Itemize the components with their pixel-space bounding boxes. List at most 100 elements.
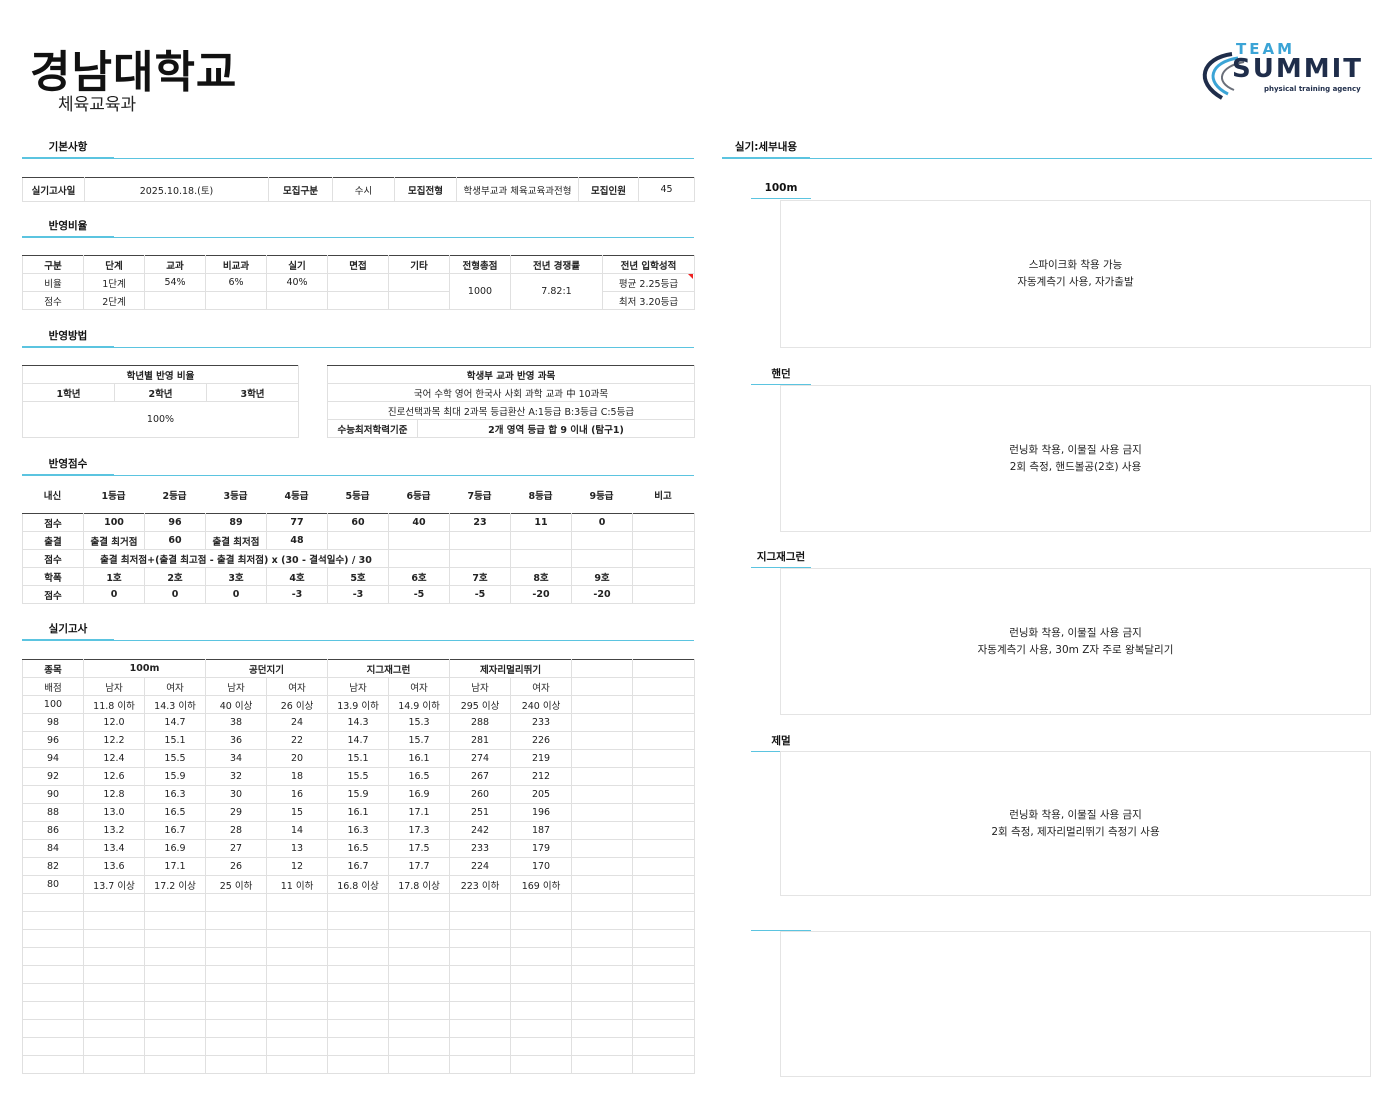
sub-header: 남자 xyxy=(83,677,145,696)
ratio-cell xyxy=(266,291,328,310)
practical-cell: 15.9 xyxy=(327,785,390,804)
event-header: 지그재그런 xyxy=(327,659,451,678)
empty-cell xyxy=(632,983,696,1002)
ratio-cell xyxy=(388,273,450,292)
section-label: 실기고사 xyxy=(22,621,114,641)
detail-line: 자동계측기 사용, 자가출발 xyxy=(1017,276,1134,288)
empty-cell xyxy=(266,947,329,966)
section-label: 반영방법 xyxy=(22,328,114,348)
section-ratio: 반영비율 xyxy=(22,218,694,238)
practical-cell xyxy=(571,821,634,840)
empty-row xyxy=(22,911,696,930)
section-practical: 실기고사 xyxy=(22,621,694,641)
practical-cell: 26 xyxy=(205,857,268,876)
absence-header: 학폭 xyxy=(22,567,84,586)
empty-cell xyxy=(22,893,84,912)
empty-cell xyxy=(266,929,329,948)
practical-cell: 36 xyxy=(205,731,268,750)
score-cell: 77 xyxy=(266,513,328,532)
empty-cell xyxy=(143,1037,207,1056)
empty-cell xyxy=(83,929,145,948)
empty-cell xyxy=(449,1055,512,1074)
practical-cell: 80 xyxy=(22,875,84,894)
empty-cell xyxy=(510,965,573,984)
empty-cell xyxy=(449,1001,512,1020)
table-row: 88 13.0 16.5 29 15 16.1 17.1 251 196 xyxy=(22,803,696,822)
practical-cell: 14.3 xyxy=(327,713,390,732)
practical-cell: 14 xyxy=(266,821,329,840)
absence-header: 6호 xyxy=(388,567,450,586)
detail-box-2: 런닝화 착용, 이물질 사용 금지 2회 측정, 핸드볼공(2호) 사용 xyxy=(780,385,1371,532)
empty-cell xyxy=(327,929,390,948)
section-basic: 기본사항 xyxy=(22,139,694,159)
basic-table: 실기고사일 2025.10.18.(토) 모집구분 수시 모집전형 학생부교과 … xyxy=(22,177,695,202)
empty-cell xyxy=(22,947,84,966)
practical-cell: 170 xyxy=(510,857,573,876)
empty-cell xyxy=(510,929,573,948)
empty-cell xyxy=(571,1019,634,1038)
practical-cell: 16.1 xyxy=(327,803,390,822)
sub-header: 여자 xyxy=(510,677,573,696)
practical-cell: 13 xyxy=(266,839,329,858)
absence-score: 0 xyxy=(144,585,206,604)
logo-summit-text: SUMMIT xyxy=(1232,54,1363,84)
empty-cell xyxy=(143,893,207,912)
score-cell: 40 xyxy=(388,513,450,532)
score-header-table: 내신 1등급 2등급 3등급 4등급 5등급 6등급 7등급 8등급 9등급 비… xyxy=(22,485,694,505)
practical-cell xyxy=(571,695,634,714)
practical-cell xyxy=(632,731,696,750)
practical-cell: 12.2 xyxy=(83,731,145,750)
empty-cell xyxy=(449,965,512,984)
practical-cell: 17.1 xyxy=(388,803,451,822)
team-summit-logo: TEAM SUMMIT physical training agency xyxy=(1192,40,1372,104)
practical-cell: 40 이상 xyxy=(205,695,268,714)
ratio-grade-min: 최저 3.20등급 xyxy=(602,291,695,310)
empty-row xyxy=(22,965,696,984)
detail-box-3: 런닝화 착용, 이물질 사용 금지 자동계측기 사용, 30m Z자 주로 왕복… xyxy=(780,568,1371,715)
empty-cell xyxy=(510,911,573,930)
practical-cell: 17.8 이상 xyxy=(388,875,451,894)
detail-head-1: 100m xyxy=(751,179,811,199)
empty-cell xyxy=(388,983,451,1002)
practical-table: 종목 100m 공던지기 지그재그런 제자리멀리뛰기 배점 남자 여자 남자 여… xyxy=(22,659,696,1074)
practical-cell xyxy=(632,749,696,768)
sub-header: 남자 xyxy=(449,677,512,696)
score-cell: 0 xyxy=(571,513,633,532)
absence-score: -5 xyxy=(388,585,450,604)
practical-cell xyxy=(571,767,634,786)
practical-cell: 17.5 xyxy=(388,839,451,858)
grade-ratio-value: 100% xyxy=(22,401,299,438)
empty-cell xyxy=(205,983,268,1002)
score-header: 비고 xyxy=(654,491,672,502)
practical-cell: 17.3 xyxy=(388,821,451,840)
score-header: 5등급 xyxy=(345,491,370,502)
practical-cell: 38 xyxy=(205,713,268,732)
grade-year: 1학년 xyxy=(22,383,115,402)
practical-cell: 88 xyxy=(22,803,84,822)
empty-cell xyxy=(510,1019,573,1038)
event-header: 종목 xyxy=(22,659,84,678)
practical-cell: 96 xyxy=(22,731,84,750)
practical-cell xyxy=(632,857,696,876)
subject-table: 학생부 교과 반영 과목 국어 수학 영어 한국사 사회 과학 교과 中 10과… xyxy=(327,365,695,438)
empty-cell xyxy=(632,911,696,930)
subject-line-2: 진로선택과목 최대 2과목 등급환산 A:1등급 B:3등급 C:5등급 xyxy=(327,401,695,420)
score-cell: 89 xyxy=(205,513,267,532)
empty-cell xyxy=(388,1001,451,1020)
practical-cell: 16.3 xyxy=(143,785,207,804)
empty-row xyxy=(22,929,696,948)
empty-cell xyxy=(510,1037,573,1056)
empty-cell xyxy=(205,893,268,912)
practical-cell: 15 xyxy=(266,803,329,822)
score-header: 7등급 xyxy=(467,491,492,502)
empty-cell xyxy=(143,1055,207,1074)
empty-cell xyxy=(327,1019,390,1038)
empty-cell xyxy=(205,929,268,948)
empty-cell xyxy=(449,983,512,1002)
practical-cell xyxy=(632,875,696,894)
sub-header: 배점 xyxy=(22,677,84,696)
detail-line: 런닝화 착용, 이물질 사용 금지 xyxy=(1009,626,1142,639)
empty-cell xyxy=(266,1019,329,1038)
empty-cell xyxy=(22,1055,84,1074)
ratio-header: 실기 xyxy=(266,255,328,274)
